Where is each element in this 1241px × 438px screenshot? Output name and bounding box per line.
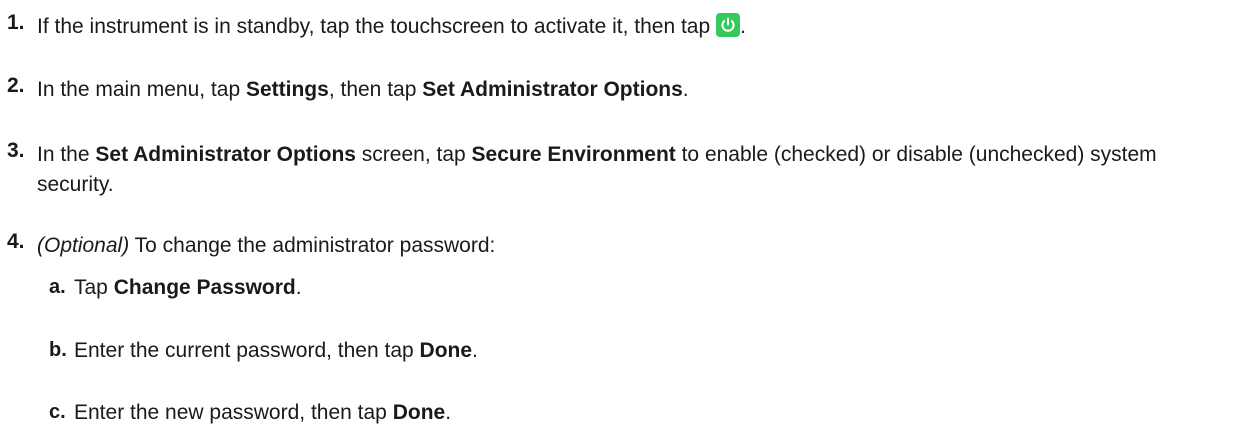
substep-text: Enter the current password, then tap Don…: [74, 339, 478, 362]
substep-letter: b.: [49, 339, 67, 361]
step-number: 2.: [7, 74, 25, 97]
substep-letter: a.: [49, 276, 66, 298]
step-text: In the Set Administrator Options screen,…: [37, 143, 1157, 196]
step-number: 1.: [7, 11, 25, 34]
step-text: If the instrument is in standby, tap the…: [37, 13, 747, 38]
substep-text: Tap Change Password.: [74, 276, 302, 299]
step-text: In the main menu, tap Settings, then tap…: [37, 78, 689, 101]
step-number: 4.: [7, 230, 25, 253]
power-icon: [716, 13, 741, 37]
step-number: 3.: [7, 139, 25, 162]
step-text: (Optional) To change the administrator p…: [37, 234, 496, 257]
substep-text: Enter the new password, then tap Done.: [74, 401, 452, 424]
substep-letter: c.: [49, 401, 66, 423]
